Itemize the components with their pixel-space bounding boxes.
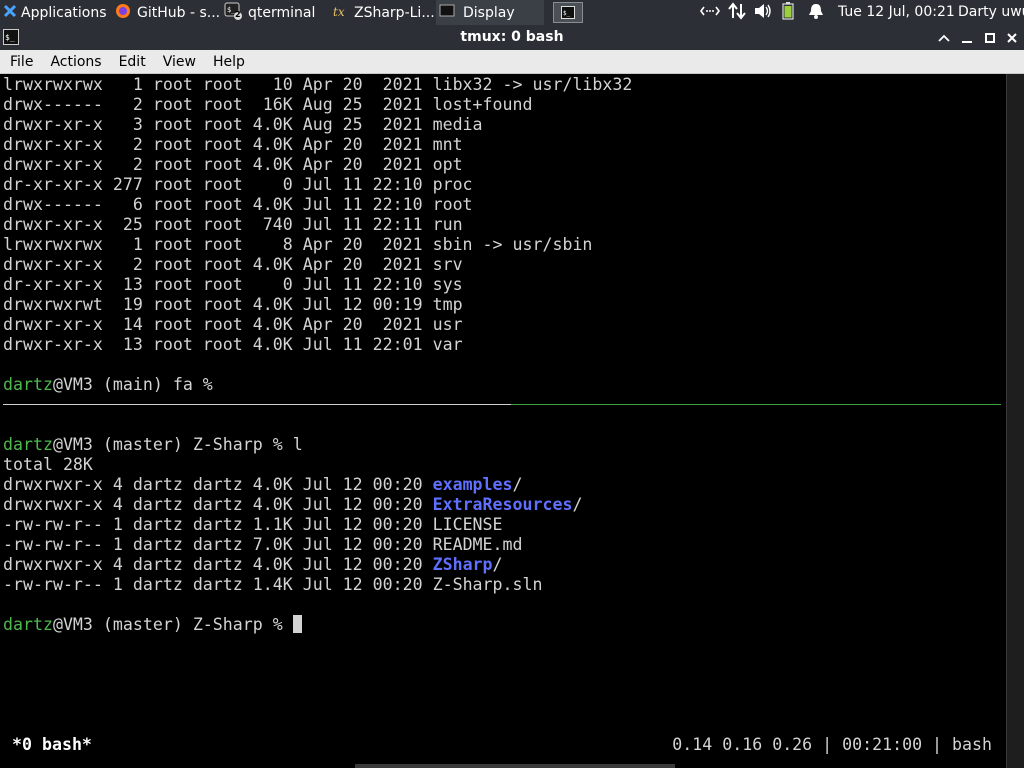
ls-line: drwxr-xr-x 2 root root 4.0K Apr 20 2021 … bbox=[3, 155, 463, 174]
ls-entry-suffix: / bbox=[512, 475, 523, 494]
command-text: @VM3 (master) Z-Sharp % l bbox=[52, 435, 303, 454]
prompt-username: dartz bbox=[3, 435, 53, 454]
directory-name: ZSharp bbox=[432, 555, 493, 574]
terminal-scrollbar[interactable] bbox=[1006, 74, 1024, 768]
file-name: README.md bbox=[432, 535, 523, 554]
ls-line: drwxr-xr-x 2 root root 4.0K Apr 20 2021 … bbox=[3, 135, 463, 154]
ls-entry: -rw-rw-r-- 1 dartz dartz 7.0K Jul 12 00:… bbox=[3, 535, 523, 555]
ls-line: drwxr-xr-x 3 root root 4.0K Aug 25 2021 … bbox=[3, 115, 483, 134]
ls-entry-meta: -rw-rw-r-- 1 dartz dartz 7.0K Jul 12 00:… bbox=[3, 535, 433, 554]
ls-entry-meta: -rw-rw-r-- 1 dartz dartz 1.1K Jul 12 00:… bbox=[3, 515, 433, 534]
ls-entry: drwxrwxr-x 4 dartz dartz 4.0K Jul 12 00:… bbox=[3, 475, 523, 495]
ls-line: drwx------ 6 root root 4.0K Jul 11 22:10… bbox=[3, 195, 473, 214]
ls-line: drwx------ 2 root root 16K Aug 25 2021 l… bbox=[3, 95, 533, 114]
ls-line: lrwxrwxrwx 1 root root 10 Apr 20 2021 li… bbox=[3, 75, 633, 94]
ls-line: drwxr-xr-x 2 root root 4.0K Apr 20 2021 … bbox=[3, 255, 463, 274]
prompt-username: dartz bbox=[3, 375, 53, 394]
ls-entry: -rw-rw-r-- 1 dartz dartz 1.1K Jul 12 00:… bbox=[3, 515, 503, 535]
tmux-status-right: 0.14 0.16 0.26 | 00:21:00 | bash bbox=[672, 735, 992, 754]
prompt-text: @VM3 (main) fa % bbox=[52, 375, 213, 394]
ls-entry-suffix: / bbox=[572, 495, 583, 514]
ls-entry-meta: -rw-rw-r-- 1 dartz dartz 1.4K Jul 12 00:… bbox=[3, 575, 433, 594]
directory-name: ExtraResources bbox=[432, 495, 573, 514]
directory-name: examples bbox=[432, 475, 513, 494]
ls-line: lrwxrwxrwx 1 root root 8 Apr 20 2021 sbi… bbox=[3, 235, 593, 254]
prompt-text: @VM3 (master) Z-Sharp % bbox=[52, 615, 293, 634]
ls-entry: -rw-rw-r-- 1 dartz dartz 1.4K Jul 12 00:… bbox=[3, 575, 543, 595]
shell-prompt: dartz@VM3 (main) fa % bbox=[3, 375, 213, 395]
file-name: LICENSE bbox=[432, 515, 503, 534]
tmux-window-list[interactable]: *0 bash* bbox=[12, 735, 92, 755]
text-cursor bbox=[292, 615, 302, 633]
ls-total: total 28K bbox=[3, 455, 93, 474]
shell-prompt: dartz@VM3 (master) Z-Sharp % l bbox=[3, 435, 303, 455]
ls-entry-meta: drwxrwxr-x 4 dartz dartz 4.0K Jul 12 00:… bbox=[3, 555, 433, 574]
prompt-username: dartz bbox=[3, 615, 53, 634]
file-name: Z-Sharp.sln bbox=[432, 575, 543, 594]
ls-entry-meta: drwxrwxr-x 4 dartz dartz 4.0K Jul 12 00:… bbox=[3, 475, 433, 494]
pane-divider[interactable] bbox=[3, 404, 1001, 405]
ls-entry: drwxrwxr-x 4 dartz dartz 4.0K Jul 12 00:… bbox=[3, 555, 503, 575]
terminal-area[interactable]: lrwxrwxrwx 1 root root 10 Apr 20 2021 li… bbox=[0, 0, 1024, 768]
ls-line: dr-xr-xr-x 13 root root 0 Jul 11 22:10 s… bbox=[3, 275, 463, 294]
ls-line: drwxr-xr-x 25 root root 740 Jul 11 22:11… bbox=[3, 215, 463, 234]
bottom-handle[interactable] bbox=[355, 764, 675, 768]
ls-entry: drwxrwxr-x 4 dartz dartz 4.0K Jul 12 00:… bbox=[3, 495, 582, 515]
ls-line: drwxr-xr-x 14 root root 4.0K Apr 20 2021… bbox=[3, 315, 463, 334]
ls-line: dr-xr-xr-x 277 root root 0 Jul 11 22:10 … bbox=[3, 175, 473, 194]
ls-entry-suffix: / bbox=[492, 555, 503, 574]
shell-prompt-active[interactable]: dartz@VM3 (master) Z-Sharp % bbox=[3, 615, 302, 635]
ls-line: drwxr-xr-x 13 root root 4.0K Jul 11 22:0… bbox=[3, 335, 463, 354]
ls-line: drwxrwxrwt 19 root root 4.0K Jul 12 00:1… bbox=[3, 295, 463, 314]
ls-entry-meta: drwxrwxr-x 4 dartz dartz 4.0K Jul 12 00:… bbox=[3, 495, 433, 514]
